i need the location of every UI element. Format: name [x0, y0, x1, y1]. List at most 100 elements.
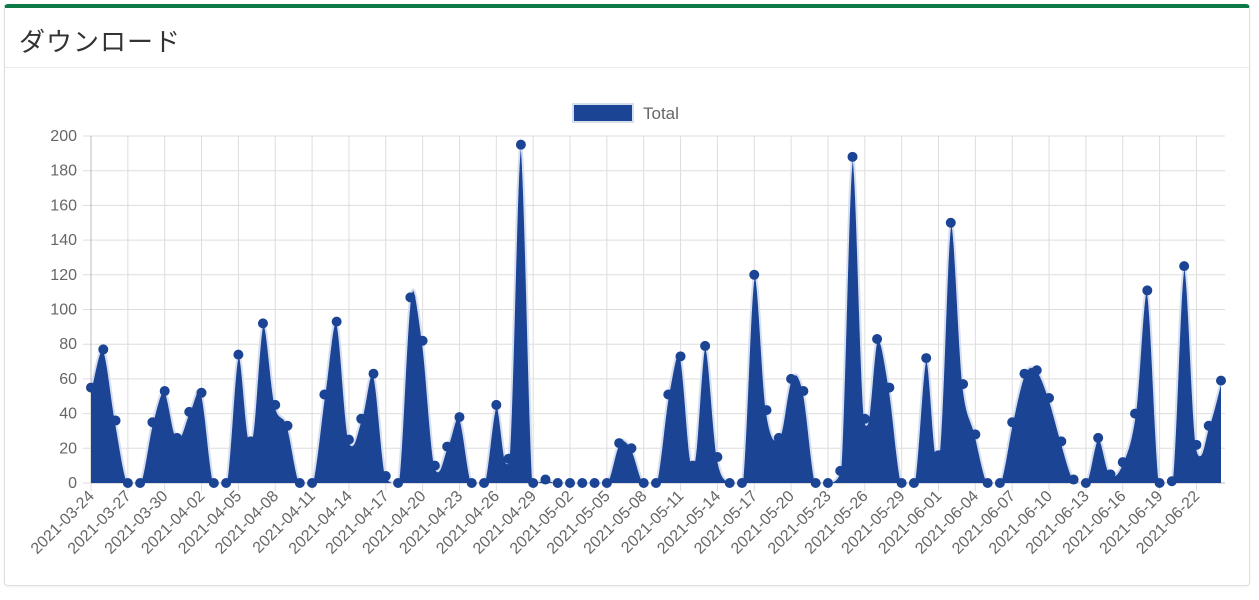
data-point[interactable]: [86, 382, 96, 393]
data-point[interactable]: [687, 460, 698, 471]
downloads-chart: 0204060801001201401601802002021-03-24202…: [28, 103, 1226, 558]
data-point[interactable]: [601, 478, 612, 488]
data-point[interactable]: [933, 450, 944, 461]
data-point[interactable]: [184, 406, 195, 417]
data-point[interactable]: [331, 316, 342, 327]
data-point[interactable]: [1216, 375, 1226, 386]
data-point[interactable]: [798, 386, 809, 397]
data-point[interactable]: [417, 335, 428, 346]
data-point[interactable]: [368, 368, 379, 379]
data-point[interactable]: [589, 478, 600, 488]
data-point[interactable]: [712, 451, 723, 462]
data-point[interactable]: [736, 478, 747, 488]
data-point[interactable]: [307, 478, 318, 488]
data-point[interactable]: [171, 432, 182, 443]
data-point[interactable]: [515, 139, 526, 150]
data-point[interactable]: [380, 471, 391, 482]
data-point[interactable]: [282, 420, 293, 431]
data-point[interactable]: [1031, 365, 1042, 376]
data-point[interactable]: [466, 478, 477, 488]
data-point[interactable]: [221, 478, 232, 488]
data-point[interactable]: [1044, 392, 1055, 403]
data-point[interactable]: [208, 478, 219, 488]
y-tick-label: 40: [59, 406, 77, 423]
data-point[interactable]: [1007, 417, 1018, 428]
data-point[interactable]: [749, 269, 760, 280]
data-point[interactable]: [343, 434, 354, 445]
data-point[interactable]: [626, 443, 637, 454]
data-point[interactable]: [724, 478, 735, 488]
data-point[interactable]: [614, 438, 625, 449]
data-point[interactable]: [1130, 408, 1141, 419]
data-point[interactable]: [1179, 261, 1190, 272]
data-point[interactable]: [540, 474, 551, 485]
data-point[interactable]: [442, 441, 453, 452]
data-point[interactable]: [958, 379, 969, 390]
data-point[interactable]: [405, 292, 416, 303]
data-point[interactable]: [872, 333, 883, 344]
data-point[interactable]: [786, 373, 797, 384]
data-point[interactable]: [159, 386, 170, 397]
data-point[interactable]: [982, 478, 993, 488]
data-point[interactable]: [1154, 478, 1165, 488]
data-point[interactable]: [651, 478, 661, 488]
data-point[interactable]: [1068, 474, 1079, 485]
downloads-card: ダウンロード 0 20 40 60 80 100 120 140 160 180 200 2021-0…: [4, 4, 1250, 586]
data-point[interactable]: [810, 478, 821, 488]
data-point[interactable]: [1080, 478, 1091, 488]
data-point[interactable]: [196, 387, 207, 398]
data-point[interactable]: [1142, 285, 1153, 296]
legend-label-total[interactable]: Total: [643, 104, 679, 123]
data-point[interactable]: [1019, 368, 1030, 379]
data-point[interactable]: [552, 478, 563, 488]
data-point[interactable]: [245, 436, 256, 447]
data-point[interactable]: [994, 478, 1005, 488]
data-point[interactable]: [663, 389, 674, 400]
data-point[interactable]: [675, 351, 686, 362]
data-point[interactable]: [135, 478, 146, 488]
data-point[interactable]: [945, 217, 956, 228]
data-point[interactable]: [970, 429, 981, 440]
data-point[interactable]: [884, 382, 895, 393]
data-point[interactable]: [319, 389, 330, 400]
data-point[interactable]: [356, 413, 367, 424]
data-point[interactable]: [847, 151, 858, 162]
data-point[interactable]: [577, 478, 588, 488]
data-point[interactable]: [908, 478, 919, 488]
data-point[interactable]: [761, 405, 772, 416]
data-point[interactable]: [822, 478, 833, 488]
data-point[interactable]: [1093, 432, 1104, 443]
data-point[interactable]: [565, 478, 576, 488]
data-point[interactable]: [294, 478, 305, 488]
card-header: ダウンロード: [5, 8, 1249, 68]
data-point[interactable]: [773, 432, 784, 443]
data-point[interactable]: [1117, 457, 1128, 468]
data-point[interactable]: [528, 478, 539, 488]
data-point[interactable]: [896, 478, 907, 488]
data-point[interactable]: [257, 318, 268, 329]
data-point[interactable]: [233, 349, 244, 360]
data-point[interactable]: [479, 478, 490, 488]
data-point[interactable]: [835, 465, 846, 476]
data-point[interactable]: [1105, 469, 1116, 480]
data-point[interactable]: [122, 478, 133, 488]
data-point[interactable]: [503, 453, 514, 464]
data-point[interactable]: [638, 478, 649, 488]
data-point[interactable]: [921, 353, 932, 364]
y-tick-label: 120: [50, 267, 77, 284]
data-point[interactable]: [859, 413, 870, 424]
data-point[interactable]: [270, 399, 281, 410]
data-point[interactable]: [429, 460, 440, 471]
data-point[interactable]: [1166, 476, 1177, 487]
data-point[interactable]: [1191, 439, 1202, 450]
data-point[interactable]: [393, 478, 404, 488]
data-point[interactable]: [1203, 420, 1214, 431]
data-point[interactable]: [98, 344, 109, 355]
y-tick-label: 200: [50, 128, 77, 145]
data-point[interactable]: [110, 415, 121, 426]
data-point[interactable]: [700, 340, 711, 351]
data-point[interactable]: [491, 399, 502, 410]
data-point[interactable]: [147, 417, 158, 428]
data-point[interactable]: [454, 412, 465, 423]
data-point[interactable]: [1056, 436, 1067, 447]
